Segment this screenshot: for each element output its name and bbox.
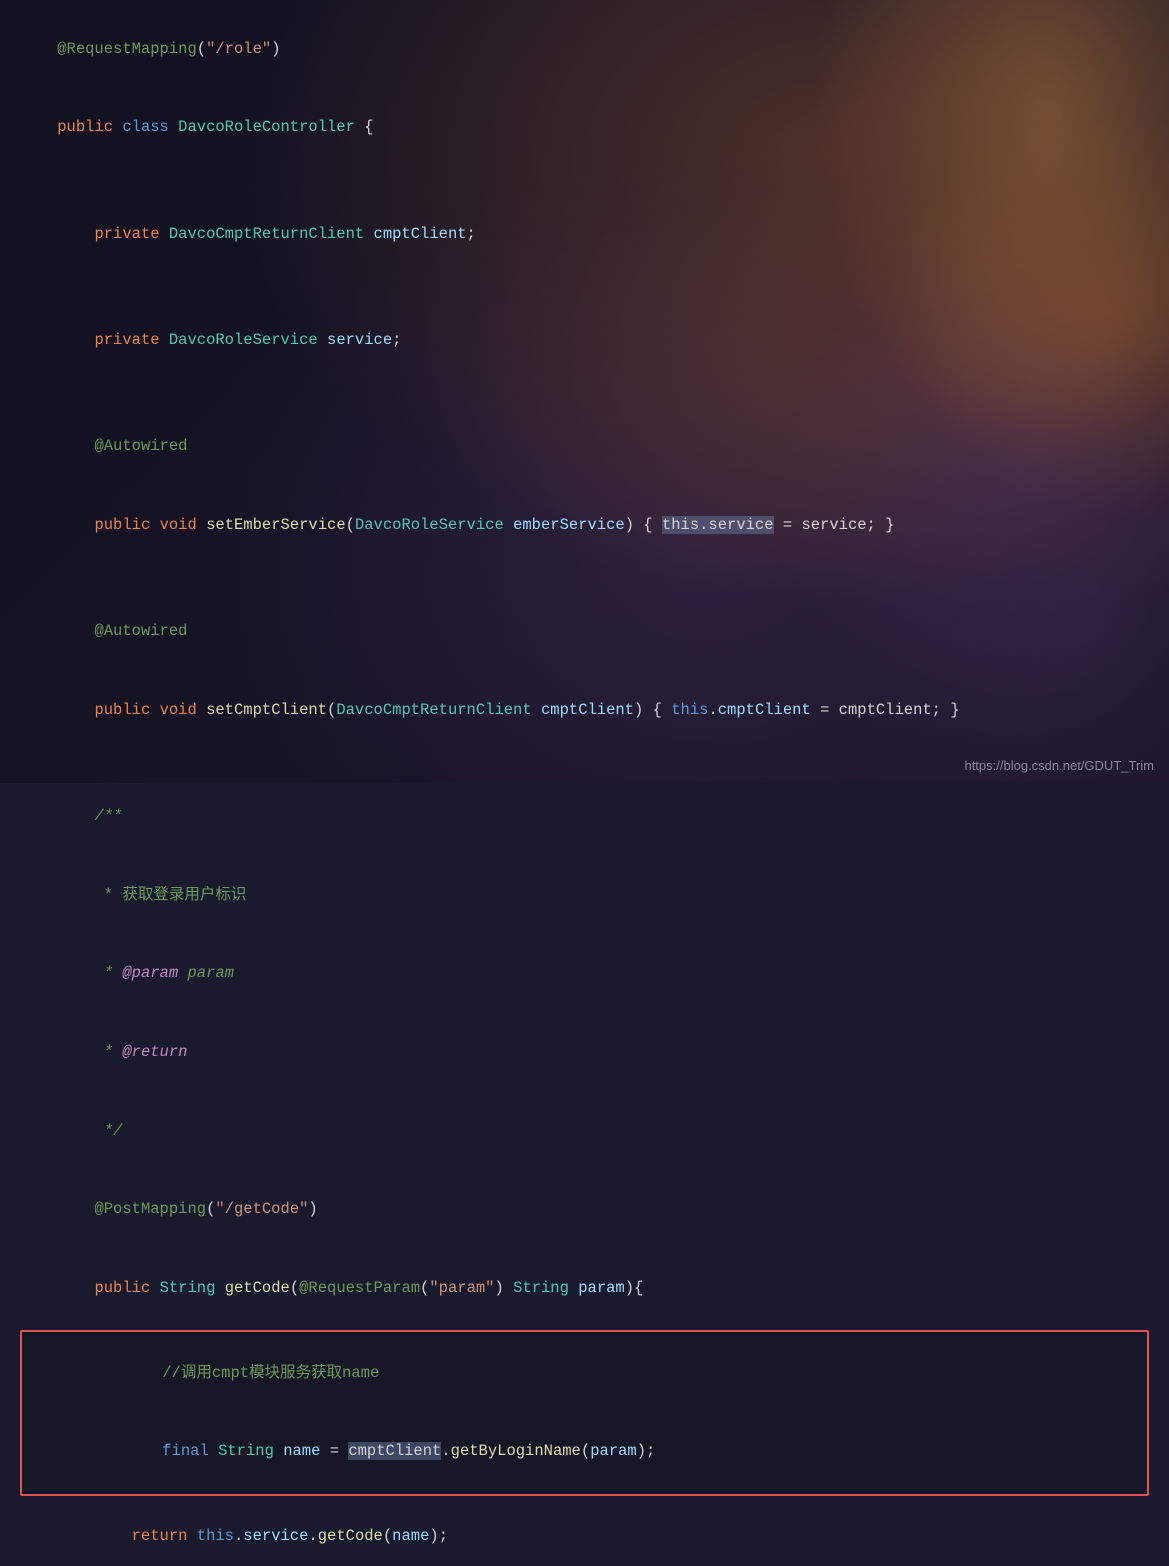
code-line-15: * 获取登录用户标识 <box>0 856 1169 935</box>
code-line-9: public void setEmberService(DavcoRoleSer… <box>0 486 1169 565</box>
code-line-6: private DavcoRoleService service; <box>0 301 1169 380</box>
code-line-2: public class DavcoRoleController { <box>0 89 1169 168</box>
annotation-requestmapping: @RequestMapping <box>57 40 197 58</box>
code-line-23: return this.service.getCode(name); <box>0 1498 1169 1566</box>
code-line-7 <box>0 380 1169 408</box>
code-line-10 <box>0 565 1169 593</box>
code-line-20: public String getCode(@RequestParam("par… <box>0 1249 1169 1328</box>
annotation-autowired-2: @Autowired <box>94 622 187 640</box>
watermark: https://blog.csdn.net/GDUT_Trim <box>964 758 1154 773</box>
highlighted-code-block: //调用cmpt模块服务获取name final String name = c… <box>20 1330 1149 1495</box>
code-line-11: @Autowired <box>0 592 1169 671</box>
annotation-autowired-1: @Autowired <box>94 437 187 455</box>
code-line-17: * @return <box>0 1013 1169 1092</box>
code-line-5 <box>0 274 1169 302</box>
code-line-4: private DavcoCmptReturnClient cmptClient… <box>0 195 1169 274</box>
code-line-14: /** <box>0 777 1169 856</box>
annotation-postmapping: @PostMapping <box>94 1200 206 1218</box>
code-line-1: @RequestMapping("/role") <box>0 10 1169 89</box>
code-line-18: */ <box>0 1092 1169 1171</box>
this-service-highlight: this.service <box>662 516 774 534</box>
code-line-21: //调用cmpt模块服务获取name <box>22 1334 1147 1413</box>
code-line-19: @PostMapping("/getCode") <box>0 1171 1169 1250</box>
code-line-12: public void setCmptClient(DavcoCmptRetur… <box>0 671 1169 750</box>
code-line-22: final String name = cmptClient.getByLogi… <box>22 1413 1147 1492</box>
code-line-8: @Autowired <box>0 407 1169 486</box>
cmpt-client-highlight: cmptClient <box>348 1442 441 1460</box>
code-line-3 <box>0 167 1169 195</box>
code-editor: @RequestMapping("/role") public class Da… <box>0 0 1169 783</box>
code-line-16: * @param param <box>0 935 1169 1014</box>
